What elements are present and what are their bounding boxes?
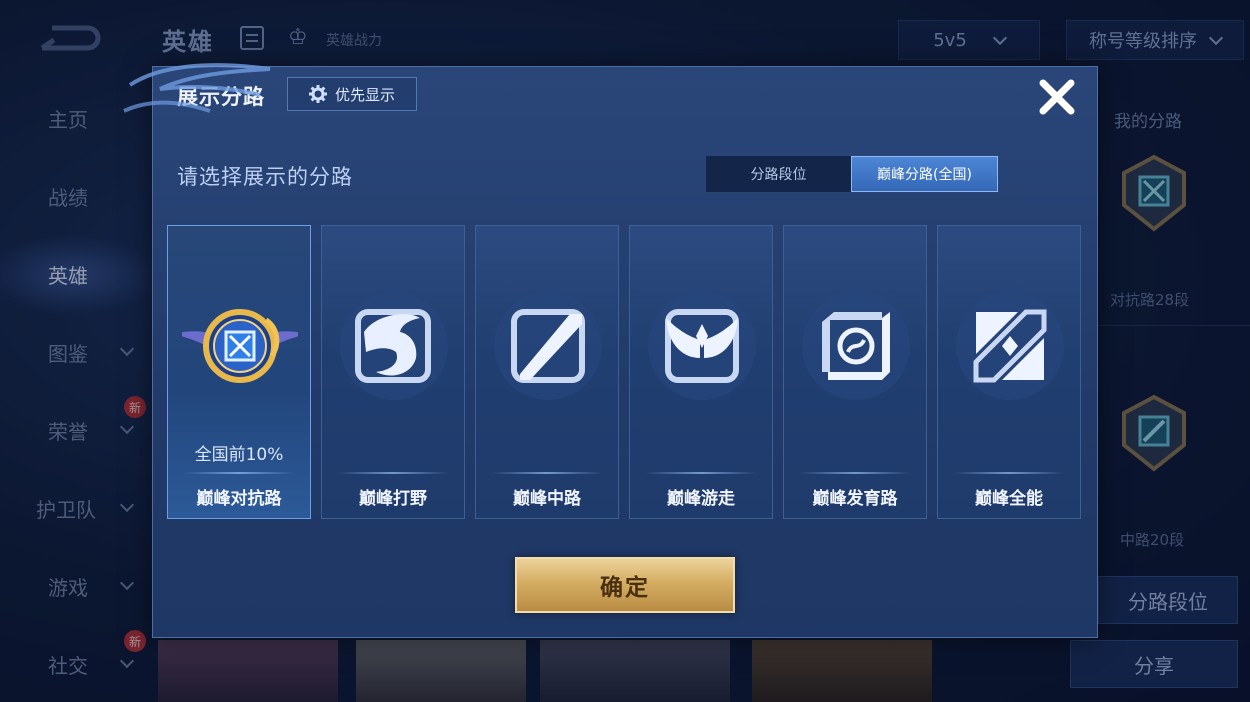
divider bbox=[800, 472, 910, 474]
divider bbox=[492, 472, 602, 474]
lane-card-label: 巅峰对抗路 bbox=[196, 489, 282, 509]
all-round-icon bbox=[956, 292, 1064, 400]
lane-card-label: 巅峰游走 bbox=[667, 489, 735, 509]
close-icon[interactable] bbox=[1035, 75, 1079, 119]
divider bbox=[954, 472, 1064, 474]
lane-display-dialog: 展示分路 优先显示 请选择展示的分路 分路段位 巅峰分路(全国) 全国前10% bbox=[152, 66, 1098, 638]
lane-tab-switch: 分路段位 巅峰分路(全国) bbox=[705, 155, 999, 193]
priority-display-label: 优先显示 bbox=[334, 85, 395, 104]
lane-card-roam[interactable]: 巅峰游走 bbox=[629, 225, 773, 519]
lane-card-mid[interactable]: 巅峰中路 bbox=[475, 225, 619, 519]
lane-card-jungle[interactable]: 巅峰打野 bbox=[321, 225, 465, 519]
roam-wings-icon bbox=[648, 292, 756, 400]
cloud-ornament-icon bbox=[123, 63, 271, 113]
lane-card-clash[interactable]: 全国前10% 巅峰对抗路 bbox=[167, 225, 311, 519]
lane-card-label: 巅峰中路 bbox=[513, 489, 581, 509]
tab-lane-rank[interactable]: 分路段位 bbox=[706, 156, 851, 192]
confirm-button[interactable]: 确定 bbox=[515, 557, 735, 613]
tab-peak-lane-national[interactable]: 巅峰分路(全国) bbox=[851, 156, 998, 192]
divider bbox=[184, 472, 294, 474]
dialog-subtitle: 请选择展示的分路 bbox=[177, 165, 353, 189]
lane-card-sublabel: 全国前10% bbox=[194, 445, 284, 465]
lane-card-label: 巅峰打野 bbox=[359, 489, 427, 509]
lane-card-label: 巅峰发育路 bbox=[812, 489, 898, 509]
lane-card-list: 全国前10% 巅峰对抗路 巅峰打野 巅峰中路 巅峰游走 巅峰发育路 巅峰全能 bbox=[167, 225, 1083, 519]
divider bbox=[646, 472, 756, 474]
farm-lane-icon bbox=[802, 292, 910, 400]
divider bbox=[338, 472, 448, 474]
lane-card-label: 巅峰全能 bbox=[975, 489, 1043, 509]
lane-card-all-round[interactable]: 巅峰全能 bbox=[937, 225, 1081, 519]
lane-card-farm[interactable]: 巅峰发育路 bbox=[783, 225, 927, 519]
mid-lane-icon bbox=[494, 292, 602, 400]
clash-lane-icon bbox=[182, 309, 298, 383]
jungle-dragon-icon bbox=[340, 292, 448, 400]
